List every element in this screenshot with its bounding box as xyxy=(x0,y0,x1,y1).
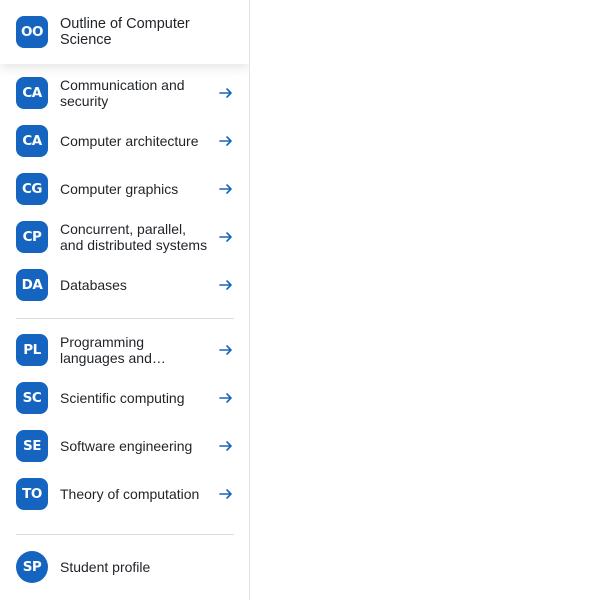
arrow-right-icon xyxy=(219,393,232,403)
sidebar-item-label: Student profile xyxy=(60,559,151,575)
topic-badge-icon: SE xyxy=(16,430,48,462)
arrow-right-icon xyxy=(219,345,232,355)
sidebar-item-label: Computer graphics xyxy=(60,181,179,197)
sidebar-title: Outline of Computer Science xyxy=(60,16,190,48)
sidebar-item-databases[interactable]: DA Databases xyxy=(0,261,249,309)
sidebar-nav: OO Outline of Computer Science CA Commun… xyxy=(0,0,250,600)
sidebar-item-computer-architecture[interactable]: CA Computer architecture xyxy=(0,117,249,165)
topic-badge-icon: CP xyxy=(16,221,48,253)
section-divider xyxy=(16,534,234,535)
arrow-right-icon xyxy=(219,88,232,98)
arrow-right-icon xyxy=(219,136,232,146)
sidebar-item-software-engineering[interactable]: SE Software engineering xyxy=(0,422,249,470)
sidebar-header[interactable]: OO Outline of Computer Science xyxy=(0,0,249,64)
student-profile-avatar: SP xyxy=(16,551,48,583)
sidebar-item-programming-languages[interactable]: PL Programming languages and… xyxy=(0,326,249,374)
sidebar-item-scientific-computing[interactable]: SC Scientific computing xyxy=(0,374,249,422)
sidebar-item-label: Databases xyxy=(60,277,127,293)
arrow-right-icon xyxy=(219,489,232,499)
sidebar-item-label: Scientific computing xyxy=(60,390,185,406)
topic-badge-icon: TO xyxy=(16,478,48,510)
sidebar-item-label: Theory of computation xyxy=(60,486,200,502)
topic-badge-icon: CG xyxy=(16,173,48,205)
sidebar-item-label: Communication and security xyxy=(60,77,185,109)
topic-badge-icon: PL xyxy=(16,334,48,366)
topic-badge-icon: CA xyxy=(16,77,48,109)
main-content xyxy=(250,0,600,600)
sidebar-item-label: Concurrent, parallel, and distributed sy… xyxy=(60,221,208,253)
sidebar-item-label: Programming languages and… xyxy=(60,334,166,366)
topic-badge-icon: CA xyxy=(16,125,48,157)
topic-badge-icon: SC xyxy=(16,382,48,414)
sidebar-item-label: Computer architecture xyxy=(60,133,199,149)
section-divider xyxy=(16,318,234,319)
outline-badge-icon: OO xyxy=(16,16,48,48)
sidebar-item-student-profile[interactable]: SP Student profile xyxy=(0,543,249,591)
arrow-right-icon xyxy=(219,232,232,242)
topic-badge-icon: DA xyxy=(16,269,48,301)
arrow-right-icon xyxy=(219,441,232,451)
sidebar-item-theory-of-computation[interactable]: TO Theory of computation xyxy=(0,470,249,518)
sidebar-item-communication-security[interactable]: CA Communication and security xyxy=(0,69,249,117)
arrow-right-icon xyxy=(219,184,232,194)
sidebar-item-label: Software engineering xyxy=(60,438,193,454)
sidebar-item-concurrent-parallel-distributed[interactable]: CP Concurrent, parallel, and distributed… xyxy=(0,213,249,261)
app-root: OO Outline of Computer Science CA Commun… xyxy=(0,0,600,600)
sidebar-item-computer-graphics[interactable]: CG Computer graphics xyxy=(0,165,249,213)
arrow-right-icon xyxy=(219,280,232,290)
